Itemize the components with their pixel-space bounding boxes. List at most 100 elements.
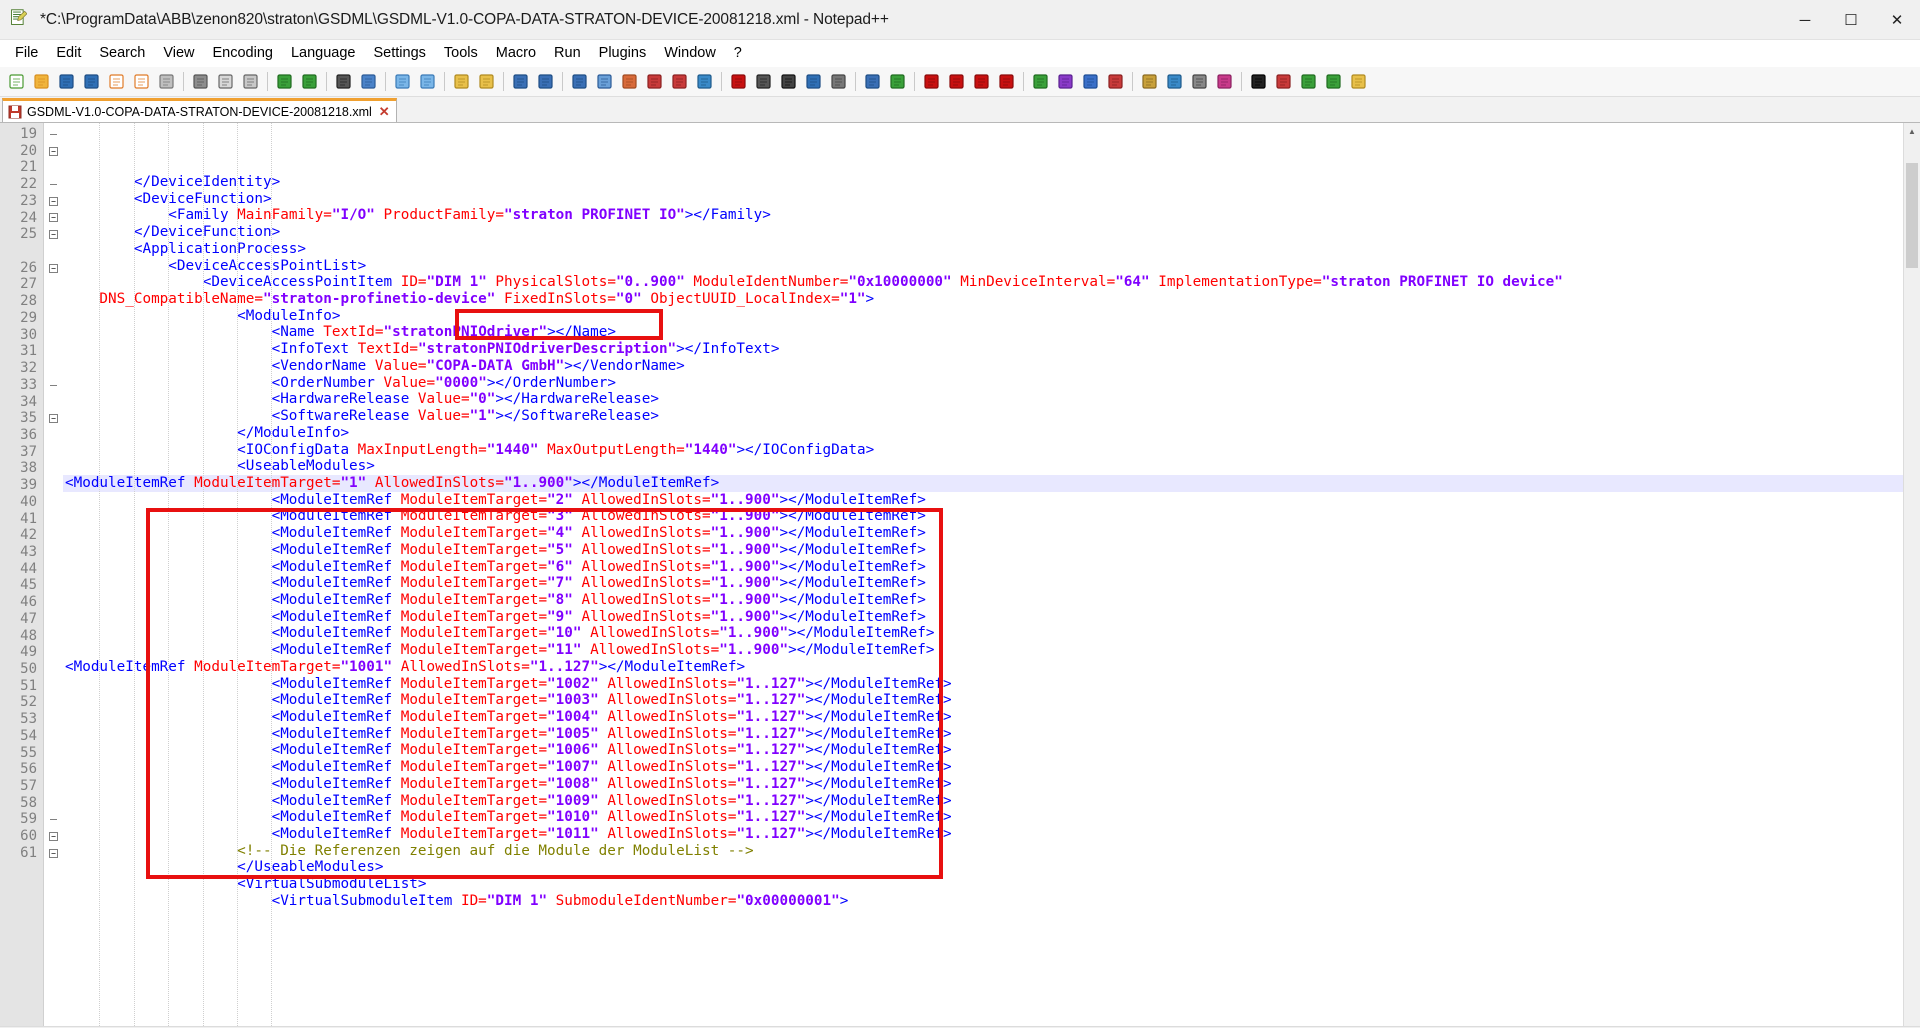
- code-line[interactable]: <!-- Die Referenzen zeigen auf die Modul…: [63, 843, 1920, 860]
- toolbar-insert-left-button[interactable]: [1296, 70, 1321, 94]
- code-line[interactable]: <SoftwareRelease Value="1"></SoftwareRel…: [63, 408, 1920, 425]
- code-line[interactable]: </ModuleInfo>: [63, 425, 1920, 442]
- vertical-scrollbar[interactable]: ▲: [1903, 123, 1920, 1026]
- code-line[interactable]: <ModuleItemRef ModuleItemTarget="1001" A…: [63, 659, 1920, 676]
- fold-marker[interactable]: −: [44, 210, 63, 227]
- toolbar-xml-tools-button[interactable]: [1162, 70, 1187, 94]
- fold-collapse-icon[interactable]: −: [49, 832, 58, 842]
- toolbar-save-all-button[interactable]: [79, 70, 104, 94]
- menu-item-encoding[interactable]: Encoding: [204, 42, 282, 64]
- code-line[interactable]: </DeviceIdentity>: [63, 174, 1920, 191]
- toolbar-zoom-in-button[interactable]: [390, 70, 415, 94]
- menu-item-language[interactable]: Language: [282, 42, 365, 64]
- toolbar-plugin-a-button[interactable]: [1187, 70, 1212, 94]
- toolbar-plugin-b-button[interactable]: [1212, 70, 1237, 94]
- code-text[interactable]: </DeviceIdentity> <DeviceFunction> <Fami…: [63, 123, 1920, 1026]
- code-line[interactable]: <ModuleItemRef ModuleItemTarget="3" Allo…: [63, 508, 1920, 525]
- code-line[interactable]: <ModuleItemRef ModuleItemTarget="1005" A…: [63, 726, 1920, 743]
- toolbar-user-defined-language-button[interactable]: [592, 70, 617, 94]
- code-line[interactable]: <ModuleItemRef ModuleItemTarget="1007" A…: [63, 759, 1920, 776]
- menu-item-[interactable]: ?: [725, 42, 751, 64]
- menu-item-edit[interactable]: Edit: [47, 42, 90, 64]
- toolbar-compare-button[interactable]: [1137, 70, 1162, 94]
- code-line[interactable]: <OrderNumber Value="0000"></OrderNumber>: [63, 375, 1920, 392]
- close-button[interactable]: ✕: [1874, 0, 1920, 40]
- code-line[interactable]: <VendorName Value="COPA-DATA GmbH"></Ven…: [63, 358, 1920, 375]
- toolbar-replace-button[interactable]: [356, 70, 381, 94]
- toolbar-print-button[interactable]: [154, 70, 179, 94]
- code-line[interactable]: <ModuleItemRef ModuleItemTarget="6" Allo…: [63, 559, 1920, 576]
- code-line[interactable]: <ModuleItemRef ModuleItemTarget="1006" A…: [63, 742, 1920, 759]
- toolbar-blue-arrow-button[interactable]: [1078, 70, 1103, 94]
- maximize-button[interactable]: ☐: [1828, 0, 1874, 40]
- fold-collapse-icon[interactable]: −: [49, 146, 58, 156]
- toolbar-macro-record-button[interactable]: [726, 70, 751, 94]
- tab-gsdml-xml[interactable]: GSDML-V1.0-COPA-DATA-STRATON-DEVICE-2008…: [2, 98, 397, 122]
- toolbar-sync-horizontal-scroll-button[interactable]: [474, 70, 499, 94]
- fold-collapse-icon[interactable]: −: [49, 213, 58, 223]
- code-line[interactable]: <ModuleItemRef ModuleItemTarget="1011" A…: [63, 826, 1920, 843]
- toolbar-purple-arrow-button[interactable]: [1053, 70, 1078, 94]
- toolbar-next-bookmark-button[interactable]: [969, 70, 994, 94]
- fold-marker[interactable]: −: [44, 845, 63, 862]
- code-line[interactable]: <VirtualSubmoduleItem ID="DIM 1" Submodu…: [63, 893, 1920, 910]
- toolbar-monitoring-button[interactable]: [692, 70, 717, 94]
- toolbar-cut-button[interactable]: [188, 70, 213, 94]
- code-line[interactable]: <DeviceFunction>: [63, 191, 1920, 208]
- toolbar-spell-check-button[interactable]: [885, 70, 910, 94]
- toolbar-open-file-button[interactable]: [29, 70, 54, 94]
- code-line[interactable]: <Name TextId="stratonPNIOdriver"></Name>: [63, 324, 1920, 341]
- fold-collapse-icon[interactable]: −: [49, 230, 58, 240]
- menu-item-file[interactable]: File: [6, 42, 47, 64]
- fold-collapse-icon[interactable]: −: [49, 263, 58, 273]
- toolbar-function-list-button[interactable]: [642, 70, 667, 94]
- toolbar-red-pencil-button[interactable]: [1103, 70, 1128, 94]
- code-line[interactable]: <ModuleItemRef ModuleItemTarget="8" Allo…: [63, 592, 1920, 609]
- code-line[interactable]: DNS_CompatibleName="straton-profinetio-d…: [63, 291, 1920, 308]
- toolbar-green-arrow-button[interactable]: [1028, 70, 1053, 94]
- tab-close-icon[interactable]: ✕: [379, 105, 390, 118]
- toolbar-macro-playback-button[interactable]: [776, 70, 801, 94]
- toolbar-first-bookmark-button[interactable]: [919, 70, 944, 94]
- code-line[interactable]: <ModuleItemRef ModuleItemTarget="1008" A…: [63, 776, 1920, 793]
- fold-marker[interactable]: −: [44, 410, 63, 427]
- toolbar-paste-button[interactable]: [238, 70, 263, 94]
- fold-marker[interactable]: −: [44, 260, 63, 277]
- scroll-up-arrow[interactable]: ▲: [1904, 123, 1920, 140]
- code-line[interactable]: <ModuleItemRef ModuleItemTarget="4" Allo…: [63, 525, 1920, 542]
- vertical-scroll-thumb[interactable]: [1906, 163, 1918, 268]
- code-line[interactable]: <InfoText TextId="stratonPNIOdriverDescr…: [63, 341, 1920, 358]
- toolbar-undo-button[interactable]: [272, 70, 297, 94]
- code-line[interactable]: <DeviceAccessPointItem ID="DIM 1" Physic…: [63, 274, 1920, 291]
- toolbar-show-all-chars-button[interactable]: [533, 70, 558, 94]
- menu-item-plugins[interactable]: Plugins: [590, 42, 656, 64]
- toolbar-zoom-out-button[interactable]: [415, 70, 440, 94]
- toolbar-insert-right-button[interactable]: [1321, 70, 1346, 94]
- code-line[interactable]: <ModuleItemRef ModuleItemTarget="5" Allo…: [63, 542, 1920, 559]
- fold-marker[interactable]: −: [44, 226, 63, 243]
- code-line[interactable]: </DeviceFunction>: [63, 224, 1920, 241]
- code-line[interactable]: <ModuleInfo>: [63, 308, 1920, 325]
- fold-marker[interactable]: −: [44, 193, 63, 210]
- toolbar-close-all-button[interactable]: [129, 70, 154, 94]
- toolbar-new-file-button[interactable]: [4, 70, 29, 94]
- code-line[interactable]: <ModuleItemRef ModuleItemTarget="2" Allo…: [63, 492, 1920, 509]
- toolbar-macro-stop-button[interactable]: [751, 70, 776, 94]
- toolbar-word-wrap-button[interactable]: [508, 70, 533, 94]
- fold-margin[interactable]: − − − − − − − −: [44, 123, 63, 1026]
- code-line[interactable]: <ModuleItemRef ModuleItemTarget="11" All…: [63, 642, 1920, 659]
- code-line[interactable]: <IOConfigData MaxInputLength="1440" MaxO…: [63, 442, 1920, 459]
- code-line[interactable]: <DeviceAccessPointList>: [63, 258, 1920, 275]
- fold-collapse-icon[interactable]: −: [49, 848, 58, 858]
- toolbar-folder-as-workspace-button[interactable]: [667, 70, 692, 94]
- toolbar-last-bookmark-button[interactable]: [994, 70, 1019, 94]
- fold-collapse-icon[interactable]: −: [49, 414, 58, 424]
- code-line[interactable]: <ModuleItemRef ModuleItemTarget="7" Allo…: [63, 575, 1920, 592]
- fold-marker[interactable]: −: [44, 828, 63, 845]
- code-line[interactable]: <ApplicationProcess>: [63, 241, 1920, 258]
- toolbar-redo-button[interactable]: [297, 70, 322, 94]
- code-line-current[interactable]: <ModuleItemRef ModuleItemTarget="1" Allo…: [63, 474, 1920, 492]
- code-line[interactable]: </UseableModules>: [63, 859, 1920, 876]
- toolbar-close-file-button[interactable]: [104, 70, 129, 94]
- menu-item-run[interactable]: Run: [545, 42, 590, 64]
